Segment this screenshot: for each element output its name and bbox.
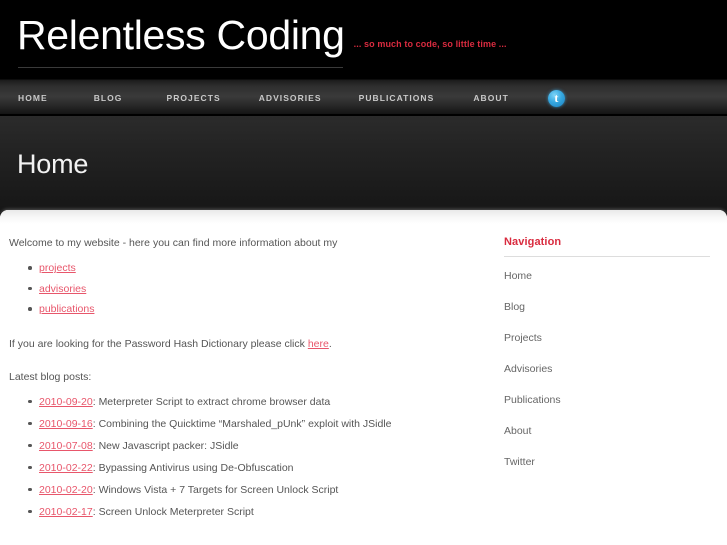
list-item: 2010-02-17: Screen Unlock Meterpreter Sc… [9,505,479,519]
page-title-band: Home [0,116,727,213]
hash-dictionary-text-after: . [328,337,332,350]
sidebar-item-blog[interactable]: Blog [504,297,712,315]
sidebar-item-twitter[interactable]: Twitter [504,452,712,470]
sidebar-item-about[interactable]: About [504,421,712,439]
nav-item-publications[interactable]: PUBLICATIONS [359,93,435,103]
post-date-link[interactable]: 2010-02-20 [39,484,93,496]
sidebar-item-advisories[interactable]: Advisories [504,359,712,377]
list-item: 2010-09-20: Meterpreter Script to extrac… [9,395,479,409]
page-title: Home [17,149,89,179]
list-item: 2010-02-22: Bypassing Antivirus using De… [9,461,479,475]
link-projects[interactable]: projects [39,262,76,274]
sidebar-item-label[interactable]: Advisories [504,363,552,375]
sidebar-item-publications[interactable]: Publications [504,390,712,408]
post-title: Windows Vista + 7 Targets for Screen Unl… [98,483,339,496]
sidebar-item-label[interactable]: About [504,425,531,437]
intro-paragraph: Welcome to my website - here you can fin… [9,237,338,249]
site-masthead: Relentless Coding ... so much to code, s… [0,0,727,78]
list-item: projects [9,261,479,275]
sidebar-item-label[interactable]: Projects [504,332,542,344]
page-root: Relentless Coding ... so much to code, s… [0,0,727,545]
link-here[interactable]: here [308,338,329,350]
primary-navbar-items: HOME BLOG PROJECTS ADVISORIES PUBLICATIO… [18,80,565,116]
post-title: Bypassing Antivirus using De-Obfuscation [98,461,294,474]
nav-item-advisories[interactable]: ADVISORIES [259,93,322,103]
content-panel: Welcome to my website - here you can fin… [0,210,727,545]
latest-posts-label: Latest blog posts: [9,370,92,383]
nav-item-about[interactable]: ABOUT [473,93,508,103]
site-title: Relentless Coding [17,12,345,58]
list-item: 2010-09-16: Combining the Quicktime “Mar… [9,417,479,431]
panel-top-sheen [0,210,727,224]
main-content-column: Welcome to my website - here you can fin… [9,236,479,527]
primary-navbar: HOME BLOG PROJECTS ADVISORIES PUBLICATIO… [0,79,727,115]
post-title: Screen Unlock Meterpreter Script [98,505,254,518]
sidebar-item-label[interactable]: Blog [504,301,525,313]
post-date-link[interactable]: 2010-02-22 [39,462,93,474]
intro-link-list: projects advisories publications [9,261,479,316]
sidebar-divider [504,256,710,257]
sidebar-item-label[interactable]: Twitter [504,456,535,468]
site-tagline: ... so much to code, so little time ... [353,39,507,49]
nav-item-home[interactable]: HOME [18,93,48,103]
sidebar-heading: Navigation [504,236,562,248]
post-date-link[interactable]: 2010-09-20 [39,396,93,408]
sidebar-item-home[interactable]: Home [504,266,712,284]
list-item: 2010-07-08: New Javascript packer: JSidl… [9,439,479,453]
twitter-icon[interactable] [547,89,565,107]
post-title: New Javascript packer: JSidle [98,439,239,452]
nav-item-projects[interactable]: PROJECTS [166,93,220,103]
sidebar-item-label[interactable]: Home [504,270,532,282]
post-date-link[interactable]: 2010-09-16 [39,418,93,430]
brand: Relentless Coding ... so much to code, s… [17,12,507,58]
sidebar: Navigation Home Blog Projects Advisories… [504,236,712,483]
list-item: advisories [9,282,479,296]
sidebar-item-label[interactable]: Publications [504,394,561,406]
hash-dictionary-text-before: If you are looking for the Password Hash… [9,337,308,350]
sidebar-item-projects[interactable]: Projects [504,328,712,346]
list-item: publications [9,302,479,316]
link-advisories[interactable]: advisories [39,283,86,295]
post-title: Meterpreter Script to extract chrome bro… [98,395,331,408]
brand-divider [18,67,343,68]
post-title: Combining the Quicktime “Marshaled_pUnk”… [98,417,392,430]
nav-item-blog[interactable]: BLOG [94,93,123,103]
hash-dictionary-paragraph: If you are looking for the Password Hash… [9,337,479,352]
list-item: 2010-02-20: Windows Vista + 7 Targets fo… [9,483,479,497]
latest-posts-list: 2010-09-20: Meterpreter Script to extrac… [9,395,479,519]
link-publications[interactable]: publications [39,303,94,315]
post-date-link[interactable]: 2010-02-17 [39,506,93,518]
sidebar-nav-list: Home Blog Projects Advisories Publicatio… [504,266,712,470]
post-date-link[interactable]: 2010-07-08 [39,440,93,452]
